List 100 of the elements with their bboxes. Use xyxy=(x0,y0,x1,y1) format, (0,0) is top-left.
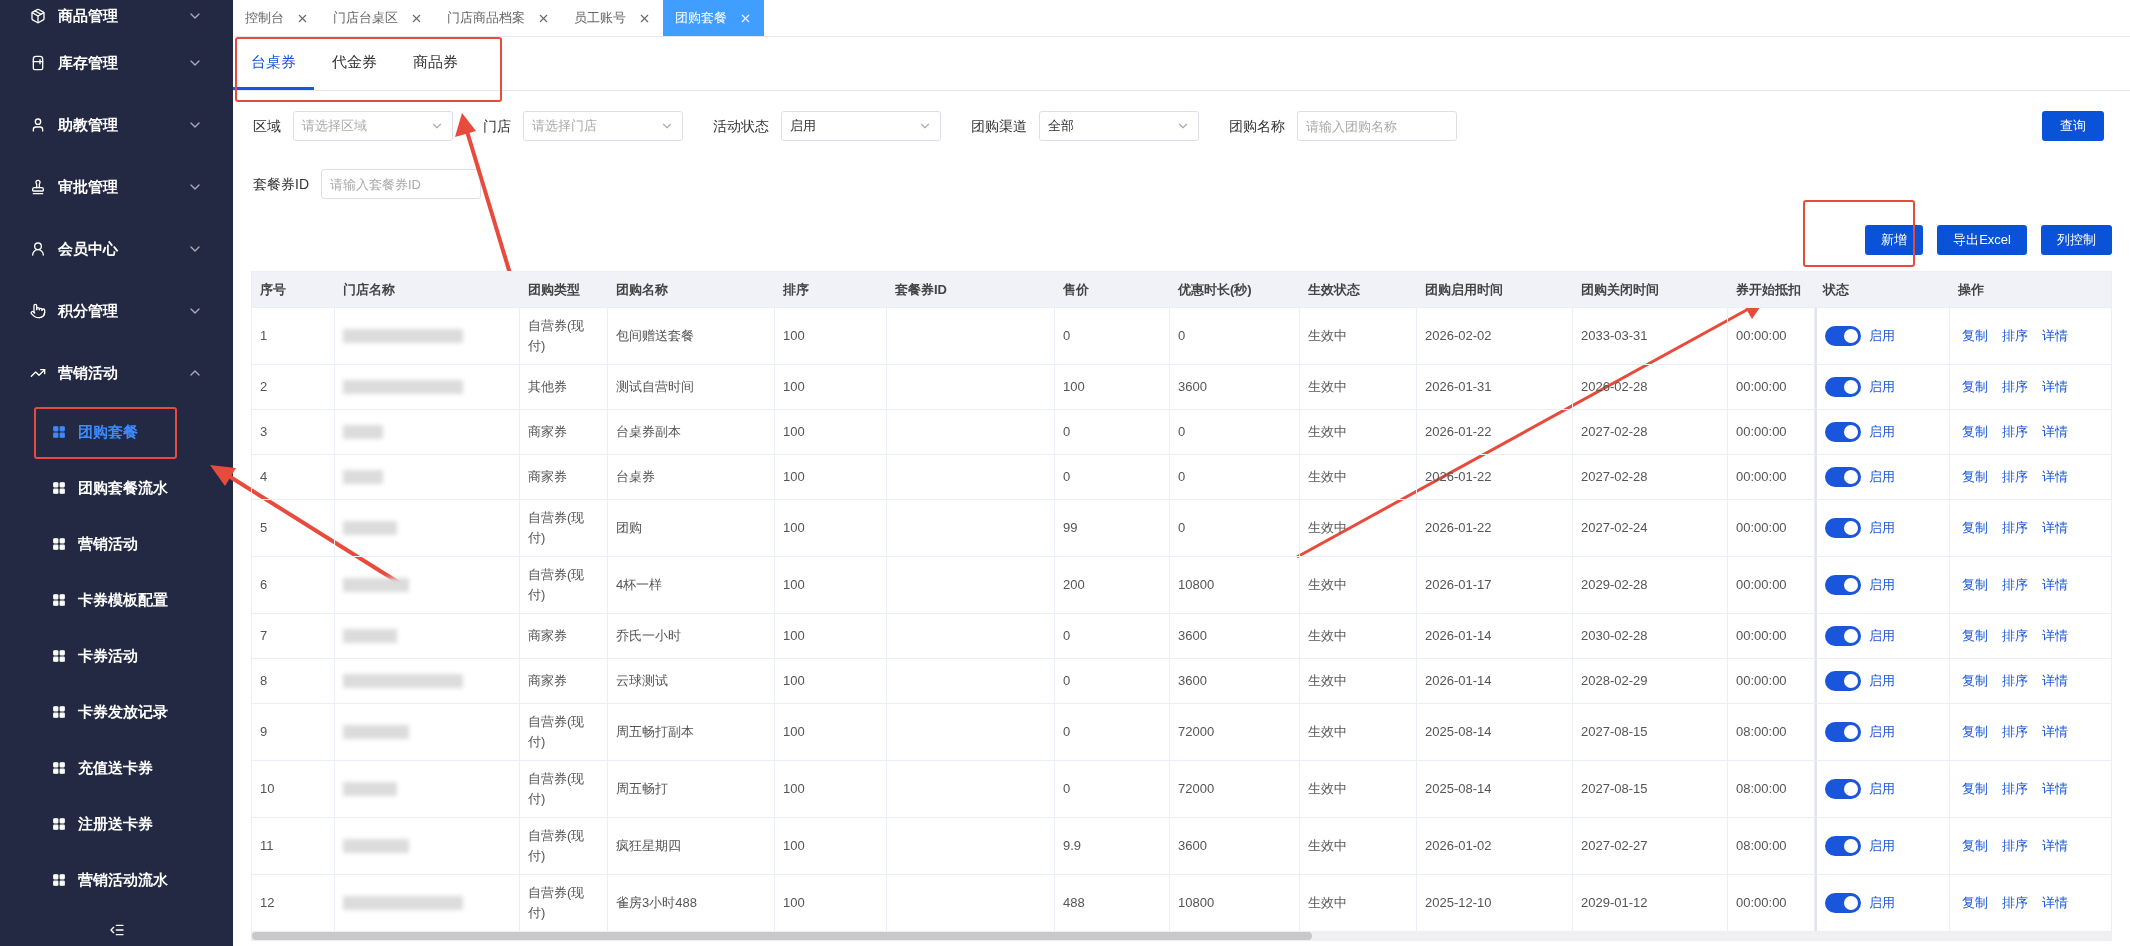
collapse-menu-icon[interactable] xyxy=(108,922,125,938)
page-tab[interactable]: 员工账号 xyxy=(562,0,663,36)
action-link[interactable]: 详情 xyxy=(2042,518,2068,538)
action-link[interactable]: 详情 xyxy=(2042,671,2068,691)
action-link[interactable]: 排序 xyxy=(2002,575,2028,595)
action-link[interactable]: 详情 xyxy=(2042,836,2068,856)
table-cell: 商家券 xyxy=(520,410,608,454)
table-cell: 00:00:00 xyxy=(1728,410,1815,454)
page-tab[interactable]: 控制台 xyxy=(233,0,321,36)
sidebar-submenu-item[interactable]: 卡券模板配置 xyxy=(0,572,233,628)
sidebar-submenu-item[interactable]: 注册送卡券 xyxy=(0,796,233,852)
blurred-text xyxy=(343,521,397,535)
action-link[interactable]: 详情 xyxy=(2042,779,2068,799)
toggle-switch[interactable] xyxy=(1825,671,1861,691)
sub-tab[interactable]: 商品券 xyxy=(395,37,476,90)
action-link[interactable]: 详情 xyxy=(2042,377,2068,397)
toggle-switch[interactable] xyxy=(1825,779,1861,799)
action-link[interactable]: 排序 xyxy=(2002,671,2028,691)
action-link[interactable]: 详情 xyxy=(2042,722,2068,742)
select-field[interactable]: 启用 xyxy=(781,111,941,141)
sidebar-menu-item[interactable]: 会员中心 xyxy=(0,218,233,280)
toggle-switch[interactable] xyxy=(1825,377,1861,397)
sidebar-menu-item[interactable]: 库存管理 xyxy=(0,32,233,94)
action-link[interactable]: 复制 xyxy=(1962,893,1988,913)
action-link[interactable]: 复制 xyxy=(1962,377,1988,397)
action-link[interactable]: 排序 xyxy=(2002,626,2028,646)
table-cell: 自营券(现付) xyxy=(520,818,608,874)
action-link[interactable]: 详情 xyxy=(2042,575,2068,595)
action-link[interactable]: 排序 xyxy=(2002,779,2028,799)
toggle-switch[interactable] xyxy=(1825,467,1861,487)
sidebar-menu-item[interactable]: 助教管理 xyxy=(0,94,233,156)
table-cell: 6 xyxy=(252,557,335,613)
select-field[interactable]: 全部 xyxy=(1039,111,1199,141)
sidebar-submenu-item[interactable]: 团购套餐流水 xyxy=(0,460,233,516)
action-link[interactable]: 复制 xyxy=(1962,422,1988,442)
sidebar-submenu-item[interactable]: 卡券活动 xyxy=(0,628,233,684)
table-cell: 云球测试 xyxy=(608,659,775,703)
toggle-switch[interactable] xyxy=(1825,836,1861,856)
action-link[interactable]: 详情 xyxy=(2042,893,2068,913)
table-cell: 08:00:00 xyxy=(1728,704,1815,760)
sidebar-menu-item[interactable]: 积分管理 xyxy=(0,280,233,342)
sidebar-menu-item[interactable]: 商品管理 xyxy=(0,0,233,32)
toggle-switch[interactable] xyxy=(1825,626,1861,646)
action-link[interactable]: 复制 xyxy=(1962,779,1988,799)
column-header: 售价 xyxy=(1062,280,1090,299)
action-link[interactable]: 详情 xyxy=(2042,326,2068,346)
action-link[interactable]: 排序 xyxy=(2002,422,2028,442)
action-link[interactable]: 排序 xyxy=(2002,377,2028,397)
status-label: 启用 xyxy=(1869,519,1895,538)
sidebar-menu-item[interactable]: 营销活动 xyxy=(0,342,233,404)
action-link[interactable]: 复制 xyxy=(1962,671,1988,691)
input-field[interactable]: 请输入团购名称 xyxy=(1297,111,1457,141)
action-link[interactable]: 排序 xyxy=(2002,326,2028,346)
action-link[interactable]: 复制 xyxy=(1962,575,1988,595)
action-link[interactable]: 复制 xyxy=(1962,722,1988,742)
toggle-switch[interactable] xyxy=(1825,422,1861,442)
page-tab[interactable]: 门店台桌区 xyxy=(321,0,435,36)
action-button[interactable]: 导出Excel xyxy=(1937,225,2027,255)
table-cell: 10 xyxy=(252,761,335,817)
sidebar-submenu-item[interactable]: 营销活动流水 xyxy=(0,852,233,908)
action-link[interactable]: 排序 xyxy=(2002,836,2028,856)
sidebar-submenu-item[interactable]: 营销活动 xyxy=(0,516,233,572)
toggle-switch[interactable] xyxy=(1825,575,1861,595)
sidebar-menu-item[interactable]: 审批管理 xyxy=(0,156,233,218)
input-field[interactable]: 请输入套餐券ID xyxy=(321,169,481,199)
table-cell: 乔氏一小时 xyxy=(608,614,775,658)
action-link[interactable]: 详情 xyxy=(2042,626,2068,646)
table-cell: 0 xyxy=(1055,455,1170,499)
toggle-switch[interactable] xyxy=(1825,893,1861,913)
table-cell: 100 xyxy=(775,557,887,613)
toggle-switch[interactable] xyxy=(1825,722,1861,742)
toggle-switch[interactable] xyxy=(1825,518,1861,538)
table-cell: 0 xyxy=(1170,410,1300,454)
action-link[interactable]: 复制 xyxy=(1962,836,1988,856)
sidebar-submenu-item[interactable]: 卡券发放记录 xyxy=(0,684,233,740)
table-cell: 7 xyxy=(252,614,335,658)
sidebar-submenu-item[interactable]: 团购套餐 xyxy=(0,404,233,460)
action-link[interactable]: 复制 xyxy=(1962,326,1988,346)
action-link[interactable]: 详情 xyxy=(2042,422,2068,442)
action-button[interactable]: 列控制 xyxy=(2041,225,2112,255)
page-tab[interactable]: 门店商品档案 xyxy=(435,0,562,36)
toggle-switch[interactable] xyxy=(1825,326,1861,346)
action-button[interactable]: 新增 xyxy=(1865,225,1924,255)
table-cell: 0 xyxy=(1055,704,1170,760)
action-link[interactable]: 复制 xyxy=(1962,518,1988,538)
action-link[interactable]: 排序 xyxy=(2002,518,2028,538)
grid-icon xyxy=(52,425,66,439)
action-link[interactable]: 排序 xyxy=(2002,467,2028,487)
action-link[interactable]: 排序 xyxy=(2002,722,2028,742)
action-link[interactable]: 复制 xyxy=(1962,626,1988,646)
query-button[interactable]: 查询 xyxy=(2042,111,2104,141)
sidebar-submenu-item[interactable]: 充值送卡券 xyxy=(0,740,233,796)
action-link[interactable]: 详情 xyxy=(2042,467,2068,487)
action-link[interactable]: 复制 xyxy=(1962,467,1988,487)
table-cell: 00:00:00 xyxy=(1728,308,1815,364)
action-link[interactable]: 排序 xyxy=(2002,893,2028,913)
horizontal-scrollbar[interactable] xyxy=(252,932,2111,940)
sub-tab[interactable]: 代金券 xyxy=(314,37,395,90)
blurred-text xyxy=(343,839,409,853)
sub-tab[interactable]: 台桌券 xyxy=(233,37,314,90)
